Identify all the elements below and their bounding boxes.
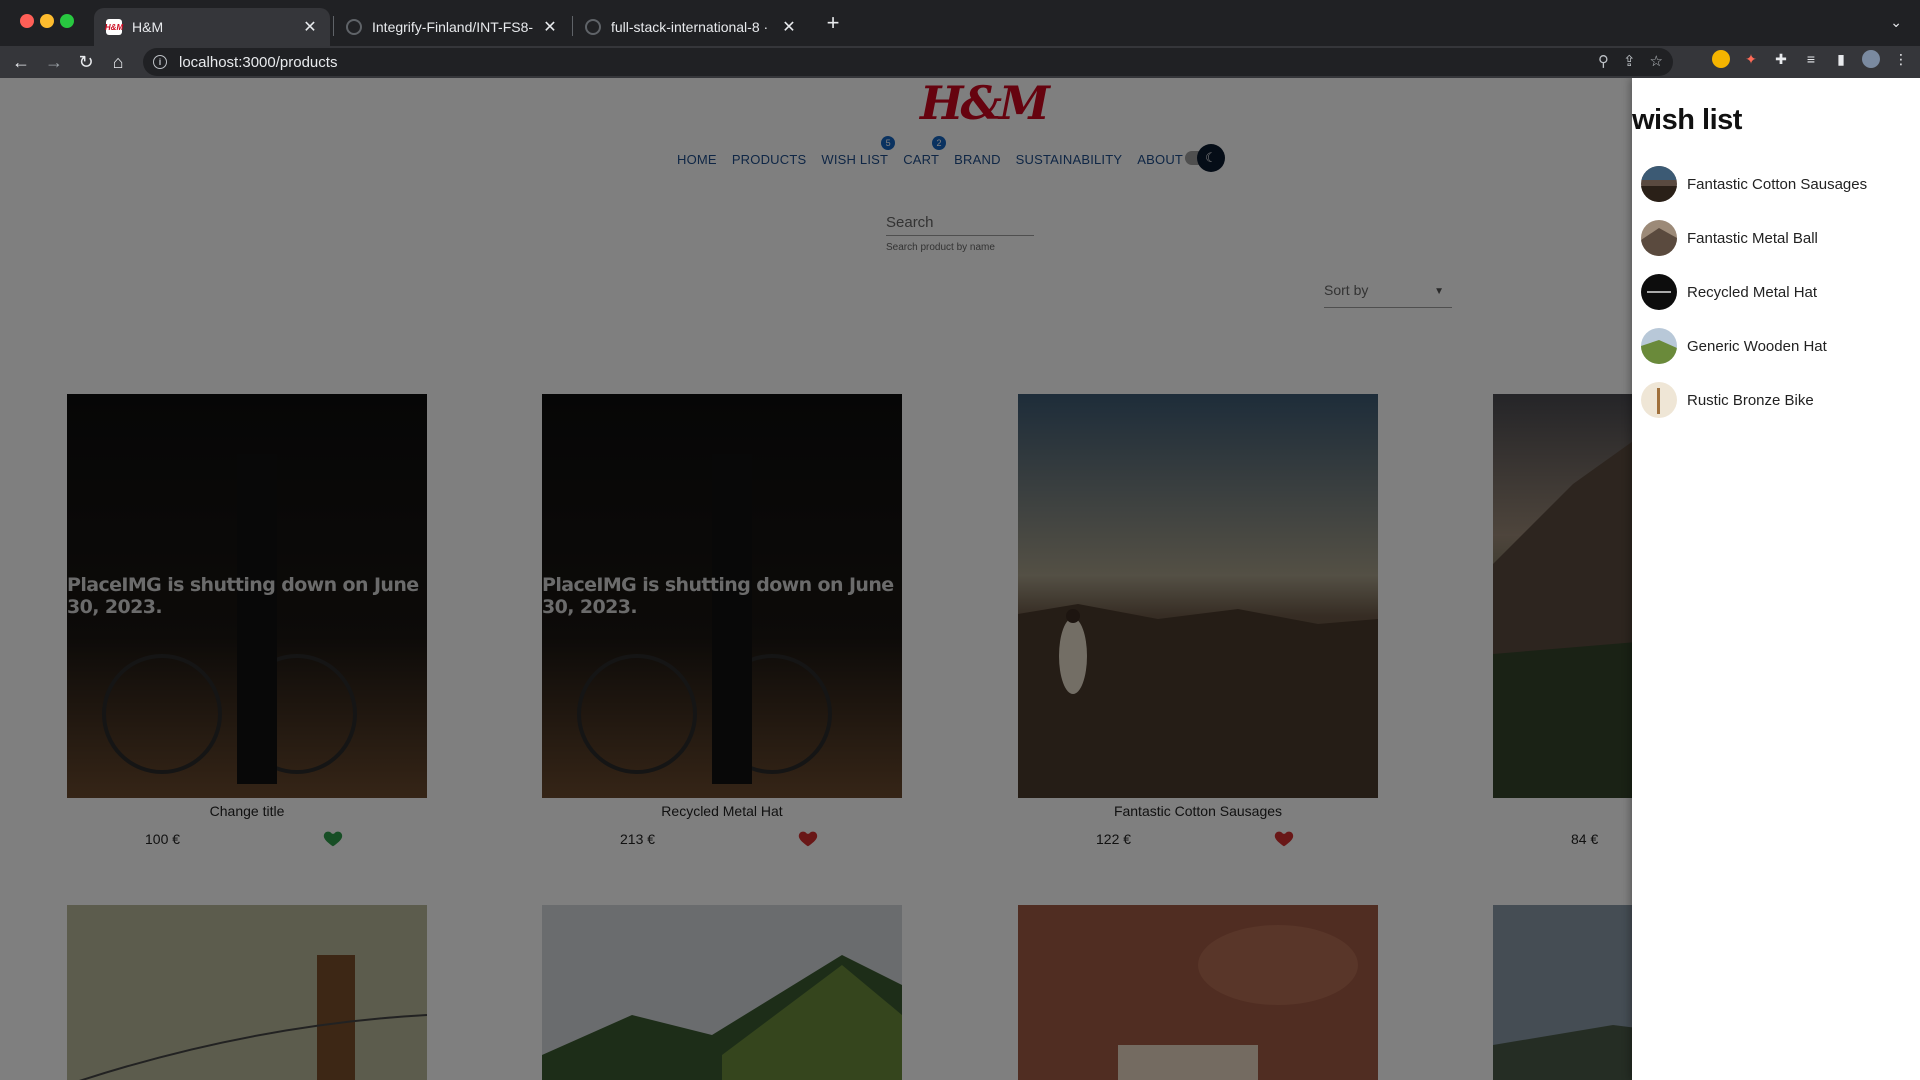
product-image[interactable] <box>542 905 902 1080</box>
wish-list-item[interactable]: Generic Wooden Hat <box>1641 328 1827 364</box>
browser-menu-icon[interactable]: ⋮ <box>1892 50 1910 68</box>
hm-logo-icon: H&M <box>105 19 123 35</box>
back-arrow-icon[interactable]: ← <box>10 51 32 73</box>
wish-list-title: wish list <box>1632 104 1742 136</box>
product-thumbnail <box>1641 166 1677 202</box>
dropdown-arrow-icon: ▼ <box>1434 286 1444 297</box>
tab-search-chevron-icon[interactable]: ⌄ <box>1890 14 1902 31</box>
tab-title: Integrify-Finland/INT-FS8-Fron <box>372 19 534 35</box>
search-input[interactable] <box>886 210 1034 236</box>
nav-wish-list-label: WISH LIST <box>821 152 889 167</box>
reading-list-icon[interactable]: ≡ <box>1802 50 1820 68</box>
browser-tab-full-stack[interactable]: full-stack-international-8 · Inte ✕ <box>573 8 809 46</box>
profile-avatar-icon[interactable] <box>1862 50 1880 68</box>
wish-list-item-name: Fantastic Cotton Sausages <box>1687 175 1868 193</box>
side-panel-icon[interactable]: ▮ <box>1832 50 1850 68</box>
page-content: H&M HOME PRODUCTS WISH LIST 5 CART 2 BRAND… <box>0 78 1920 1080</box>
favorite-heart-icon[interactable] <box>322 827 344 849</box>
wish-list-item-name: Fantastic Metal Ball <box>1687 229 1818 247</box>
sort-label: Sort by <box>1324 282 1369 298</box>
github-icon <box>346 19 362 35</box>
wish-list-item[interactable]: Fantastic Cotton Sausages <box>1641 166 1867 202</box>
product-card[interactable]: Fantastic Cotton Sausages 122 € <box>1018 394 1378 847</box>
minimize-window-button[interactable] <box>40 14 54 28</box>
product-title: Recycled Metal Hat <box>661 803 783 819</box>
hm-logo[interactable]: H&M <box>920 78 1050 128</box>
forward-arrow-icon[interactable]: → <box>43 51 65 73</box>
url-text: localhost:3000/products <box>179 53 338 71</box>
search-field: Search product by name <box>886 210 1034 253</box>
product-price: 84 € <box>1571 831 1599 847</box>
maximize-window-button[interactable] <box>60 14 74 28</box>
browser-tab-hm[interactable]: H&M H&M ✕ <box>94 8 330 46</box>
tab-title: H&M <box>132 19 164 35</box>
favorite-heart-icon[interactable] <box>1273 827 1295 849</box>
product-image[interactable] <box>1018 905 1378 1080</box>
search-helper-text: Search product by name <box>886 242 995 253</box>
product-price: 122 € <box>1096 831 1132 847</box>
site-info-icon[interactable]: i <box>153 55 167 69</box>
bookmark-star-icon[interactable]: ☆ <box>1650 52 1663 70</box>
placeholder-notice-text: PlaceIMG is shutting down on June 30, 20… <box>67 574 419 618</box>
product-image[interactable]: PlaceIMG is shutting down on June 30, 20… <box>67 394 427 798</box>
favorite-heart-icon[interactable] <box>797 827 819 849</box>
nav-sustainability[interactable]: SUSTAINABILITY <box>1016 152 1123 167</box>
wish-list-item[interactable]: Recycled Metal Hat <box>1641 274 1817 310</box>
wish-list-count-badge: 5 <box>881 136 896 150</box>
product-thumbnail <box>1641 274 1677 310</box>
sort-select[interactable]: Sort by ▼ <box>1324 282 1452 308</box>
product-thumbnail <box>1641 220 1677 256</box>
nav-products[interactable]: PRODUCTS <box>732 152 807 167</box>
browser-tab-bar: H&M H&M ✕ Integrify-Finland/INT-FS8-Fron… <box>0 0 1920 46</box>
product-title: Fantastic Cotton Sausages <box>1113 803 1283 819</box>
theme-toggle[interactable]: ☾ <box>1183 144 1225 172</box>
nav-brand[interactable]: BRAND <box>954 152 1001 167</box>
product-card[interactable]: PlaceIMG is shutting down on June 30, 20… <box>542 394 902 847</box>
product-card[interactable]: PlaceIMG is shutting down on June 30, 20… <box>67 394 427 847</box>
browser-toolbar: ← → ↻ ⌂ i localhost:3000/products ⚲ ⇪ ☆ <box>0 46 1920 78</box>
product-thumbnail <box>1641 382 1677 418</box>
share-icon[interactable]: ⇪ <box>1623 52 1636 70</box>
cart-count-badge: 2 <box>932 136 947 150</box>
wish-list-item[interactable]: Rustic Bronze Bike <box>1641 382 1814 418</box>
wish-list-drawer: wish list Fantastic Cotton Sausages Fant… <box>1632 78 1920 1080</box>
close-icon[interactable]: ✕ <box>302 17 318 37</box>
extensions-puzzle-icon[interactable]: ✚ <box>1772 50 1790 68</box>
nav-cart[interactable]: CART 2 <box>903 136 947 167</box>
wish-list-item[interactable]: Fantastic Metal Ball <box>1641 220 1818 256</box>
close-icon[interactable]: ✕ <box>542 17 558 37</box>
nav-cart-label: CART <box>903 152 940 167</box>
github-icon <box>585 19 601 35</box>
dark-mode-icon: ☾ <box>1197 144 1225 172</box>
home-icon[interactable]: ⌂ <box>107 51 129 73</box>
zoom-icon[interactable]: ⚲ <box>1598 52 1609 70</box>
product-image[interactable] <box>1018 394 1378 798</box>
product-price: 213 € <box>620 831 656 847</box>
extension-pepper-icon[interactable]: ✦ <box>1742 50 1760 68</box>
extension-icons: ✦ ✚ ≡ ▮ ⋮ <box>1712 50 1910 68</box>
address-bar[interactable]: i localhost:3000/products ⚲ ⇪ ☆ <box>143 48 1673 76</box>
nav-home[interactable]: HOME <box>677 152 717 167</box>
tab-title: full-stack-international-8 · Inte <box>611 19 773 35</box>
wish-list-item-name: Generic Wooden Hat <box>1687 337 1827 355</box>
reload-icon[interactable]: ↻ <box>75 51 97 73</box>
product-image[interactable] <box>67 905 427 1080</box>
close-icon[interactable]: ✕ <box>781 17 797 37</box>
product-price: 100 € <box>145 831 181 847</box>
wish-list-item-name: Recycled Metal Hat <box>1687 283 1818 301</box>
extension-color-icon[interactable] <box>1712 50 1730 68</box>
close-window-button[interactable] <box>20 14 34 28</box>
new-tab-button[interactable]: + <box>822 12 844 34</box>
wish-list-item-name: Rustic Bronze Bike <box>1687 391 1814 409</box>
nav-wish-list[interactable]: WISH LIST 5 <box>821 136 896 167</box>
placeholder-notice-text: PlaceIMG is shutting down on June 30, 20… <box>542 574 894 618</box>
product-image[interactable]: PlaceIMG is shutting down on June 30, 20… <box>542 394 902 798</box>
main-nav: HOME PRODUCTS WISH LIST 5 CART 2 BRAND SUS… <box>677 136 1205 167</box>
product-title: Change title <box>209 803 285 819</box>
browser-tab-integrify[interactable]: Integrify-Finland/INT-FS8-Fron ✕ <box>334 8 570 46</box>
product-thumbnail <box>1641 328 1677 364</box>
